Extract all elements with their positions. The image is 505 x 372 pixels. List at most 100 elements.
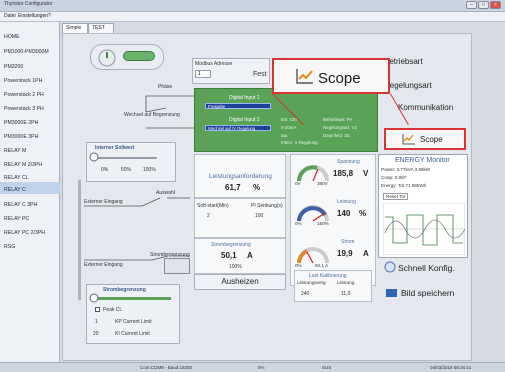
- close-button[interactable]: ×: [490, 1, 501, 9]
- kp-value[interactable]: 1: [95, 319, 98, 325]
- gauges-panel: Spannung 185,8 V 0V 380V Leistung 140 % …: [290, 154, 376, 286]
- menu-bar: Datei Einstellungen ?: [0, 12, 505, 22]
- leistung-card: Leistungsanforderung 61,7 %: [194, 154, 286, 198]
- strom-sub: 100%: [229, 264, 242, 270]
- strombegrenzung-panel: Strombegrenzung Peak CL 1 KP Current Lim…: [86, 284, 180, 344]
- schnell-konfig-icon[interactable]: [384, 261, 396, 273]
- energy-title: ENERGY Monitor: [395, 157, 450, 164]
- sidebar-item-pm3200[interactable]: PM3200: [4, 64, 23, 70]
- spannung-value: 185,8: [333, 169, 354, 178]
- sidebar-item-pm3000e-2ph[interactable]: PM3000E 2PH: [4, 120, 38, 126]
- strom-unit: A: [247, 251, 253, 260]
- schnell-konfig-button[interactable]: Schnell Konfig.: [398, 263, 455, 273]
- scope-button-label: Scope: [420, 135, 443, 144]
- status-mid2: SUS: [322, 365, 332, 370]
- slider-handle-icon[interactable]: [89, 152, 99, 162]
- softstart-value[interactable]: 2: [207, 213, 210, 219]
- soft-slider-track[interactable]: [93, 157, 157, 159]
- sidebar-item-powerstack-1ph[interactable]: Powerstack 1PH: [4, 78, 42, 84]
- digital-input-2-select[interactable]: Wechsel auf IV Regelung: [205, 125, 271, 131]
- strom-label: Strombegrenzung: [211, 242, 251, 248]
- save-image-icon[interactable]: [386, 289, 397, 297]
- digital-input-1-title: Digital Input 1: [229, 95, 260, 101]
- waveform-plot: [383, 203, 465, 255]
- soft-sollwert-title: Interner Sollwert: [95, 145, 135, 151]
- sidebar: HOME PM1000-PM3000M PM3200 Powerstack 1P…: [0, 22, 60, 362]
- verhalten-label: Wechsel auf Begrenzung: [124, 112, 180, 118]
- limit-slider-track[interactable]: [93, 297, 171, 300]
- spannung-label: Spannung: [337, 159, 360, 165]
- sidebar-item-relay-m[interactable]: RELAY M: [4, 148, 26, 154]
- last-kal-val2[interactable]: 11,0: [341, 291, 350, 297]
- power-switch[interactable]: [123, 51, 155, 61]
- tab-simple[interactable]: Simple: [62, 23, 88, 33]
- sidebar-item-relay-pc[interactable]: RELAY PC: [4, 216, 29, 222]
- vertical-separator: [78, 180, 81, 300]
- externer-eingang-label-2: Externer Eingang: [84, 262, 123, 268]
- pisenkung-value[interactable]: 100: [255, 213, 263, 219]
- modbus-fest: Fest: [253, 71, 267, 78]
- minimize-button[interactable]: –: [466, 1, 477, 9]
- sidebar-item-pm1000[interactable]: PM1000-PM3000M: [4, 49, 49, 55]
- sidebar-item-relay-pc-23ph[interactable]: RELAY PC 2/3PH: [4, 230, 45, 236]
- modbus-panel: Modbus Adresse 1 Fest: [192, 58, 270, 84]
- bild-speichern-button[interactable]: Bild speichern: [401, 288, 454, 298]
- reset-tot-button[interactable]: Reset Tot: [383, 193, 409, 200]
- menu-einstellungen[interactable]: Einstellungen: [18, 13, 48, 19]
- scope-large-icon: [296, 69, 313, 84]
- right-info-2: Regelungsart: V2: [323, 125, 357, 130]
- limit-slider-handle-icon[interactable]: [89, 293, 99, 303]
- phase-label: Phäse: [158, 84, 173, 90]
- strom-card: Strombegrenzung 50,1 A 100%: [194, 238, 286, 274]
- leistung-gauge-min: 0%: [295, 221, 302, 226]
- sidebar-item-relay-c[interactable]: RELAY C: [4, 187, 26, 193]
- maximize-button[interactable]: □: [478, 1, 489, 9]
- sidebar-item-pm3000e-3ph[interactable]: PM3000E 3PH: [4, 134, 38, 140]
- strom-gauge-min: 0%: [295, 263, 302, 268]
- strom-gauge-unit: A: [363, 249, 369, 258]
- energy-line-3: Energy: Tot 71 565Wh: [381, 183, 427, 188]
- digital-input-2-title: Digital Input 2: [229, 117, 260, 123]
- ki-label: KI Current Limit: [115, 331, 150, 337]
- wiring-diagram-top: [145, 95, 196, 129]
- last-kal-sub1: Leistungsverg: [297, 280, 326, 285]
- peak-cl-checkbox[interactable]: [95, 307, 100, 312]
- sidebar-item-powerstack-3ph[interactable]: Powerstack 3 PH: [4, 106, 44, 112]
- status-bar: Com:COM8 - Baud:19200 0% SUS 04/03/2018 …: [0, 362, 505, 372]
- digital-input-1-select[interactable]: Freigabe: [205, 103, 271, 109]
- sidebar-item-rsg[interactable]: RSG: [4, 244, 15, 250]
- ki-value[interactable]: 20: [93, 331, 99, 337]
- spannung-max: 380V: [317, 181, 328, 186]
- sidebar-item-relay-cl[interactable]: RELAY CL: [4, 175, 29, 181]
- strombegrenzung-title: Strombegrenzung: [103, 287, 146, 293]
- digital-input-1-value: Freigabe: [208, 104, 226, 109]
- status-datetime: 04/03/2018 08:26:21: [430, 365, 472, 370]
- scope-button[interactable]: Scope: [384, 128, 466, 150]
- power-knob-icon[interactable]: [97, 48, 117, 68]
- spannung-min: 0V: [295, 181, 301, 186]
- last-kal-val1[interactable]: 240: [301, 291, 309, 297]
- sidebar-item-powerstack-2ph[interactable]: Powerstack 2 PH: [4, 92, 44, 98]
- modbus-address-input[interactable]: 1: [195, 70, 211, 78]
- scope-callout-label: Scope: [318, 70, 361, 87]
- menu-help[interactable]: ?: [48, 13, 51, 19]
- softstart-label: Soft-start(Min): [197, 203, 229, 209]
- leistung-gauge-value: 140: [337, 209, 351, 218]
- menu-kommunikation[interactable]: Kommunikation: [398, 103, 453, 112]
- right-info-1: Betriebsart: PA: [323, 117, 353, 122]
- sidebar-item-relay-c-3ph[interactable]: RELAY C 3PH: [4, 202, 37, 208]
- strom-gauge-label: Strom: [341, 239, 355, 245]
- app-window: Thyristor Configurator – □ × Datei Einst…: [0, 0, 505, 372]
- ausheizen-button[interactable]: Ausheizen: [194, 274, 286, 290]
- sidebar-item-home[interactable]: HOME: [4, 34, 20, 40]
- menu-regelungsart[interactable]: Regelungsart: [384, 81, 432, 90]
- pct-100: 100%: [143, 167, 156, 173]
- sidebar-item-relay-m-23ph[interactable]: RELAY M 2/3PH: [4, 162, 42, 168]
- menu-datei[interactable]: Datei: [4, 13, 16, 19]
- tab-test[interactable]: TEST: [88, 23, 114, 33]
- status-com: Com:COM8 - Baud:19200: [140, 365, 193, 370]
- leistung-value: 61,7: [225, 183, 241, 192]
- strom-value: 50,1: [221, 251, 237, 260]
- last-kal-sub2: Leistung: [337, 280, 355, 285]
- last-kal-label: Last Kalibrierung: [309, 273, 347, 279]
